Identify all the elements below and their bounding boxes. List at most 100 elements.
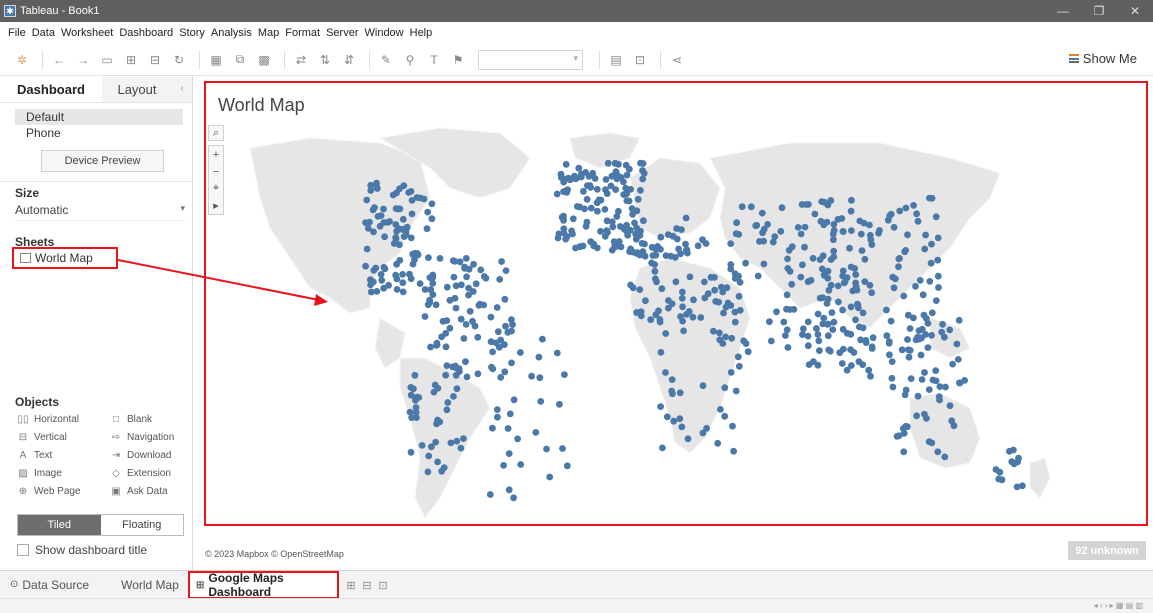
- location-marker[interactable]: [865, 366, 873, 374]
- location-marker[interactable]: [901, 391, 909, 399]
- location-marker[interactable]: [658, 285, 666, 293]
- location-marker[interactable]: [642, 297, 649, 305]
- location-marker[interactable]: [925, 386, 933, 393]
- location-marker[interactable]: [428, 215, 436, 223]
- location-marker[interactable]: [857, 230, 865, 238]
- location-marker[interactable]: [505, 450, 513, 457]
- zoom-in-icon[interactable]: +: [209, 146, 223, 163]
- location-marker[interactable]: [788, 280, 796, 288]
- location-marker[interactable]: [913, 210, 920, 218]
- location-marker[interactable]: [634, 195, 642, 203]
- location-marker[interactable]: [934, 272, 942, 280]
- tab-layout[interactable]: Layout: [102, 77, 172, 102]
- location-marker[interactable]: [932, 367, 940, 374]
- location-marker[interactable]: [363, 245, 371, 253]
- zoom-out-icon[interactable]: −: [209, 163, 223, 180]
- location-marker[interactable]: [494, 328, 502, 336]
- location-marker[interactable]: [859, 361, 867, 369]
- location-marker[interactable]: [452, 371, 460, 379]
- location-marker[interactable]: [636, 286, 644, 293]
- location-marker[interactable]: [508, 327, 515, 335]
- location-marker[interactable]: [838, 360, 846, 367]
- location-marker[interactable]: [735, 272, 742, 280]
- location-marker[interactable]: [847, 263, 855, 271]
- location-marker[interactable]: [668, 376, 676, 383]
- location-marker[interactable]: [514, 435, 521, 443]
- location-marker[interactable]: [767, 337, 775, 345]
- location-marker[interactable]: [701, 278, 708, 286]
- location-marker[interactable]: [852, 271, 860, 278]
- location-marker[interactable]: [847, 330, 855, 338]
- device-default[interactable]: Default: [15, 109, 183, 125]
- location-marker[interactable]: [883, 306, 890, 314]
- location-marker[interactable]: [685, 308, 693, 315]
- location-marker[interactable]: [669, 390, 676, 398]
- location-marker[interactable]: [444, 399, 452, 406]
- location-marker[interactable]: [900, 292, 908, 300]
- fit-dropdown[interactable]: [478, 49, 583, 70]
- location-marker[interactable]: [425, 452, 433, 460]
- location-marker[interactable]: [363, 196, 371, 204]
- location-marker[interactable]: [659, 444, 666, 452]
- location-marker[interactable]: [418, 442, 426, 449]
- object-horizontal[interactable]: ▯▯ Horizontal: [17, 411, 110, 427]
- location-marker[interactable]: [730, 447, 737, 455]
- reset-map-icon[interactable]: ⌖: [209, 180, 223, 197]
- location-marker[interactable]: [462, 358, 469, 366]
- location-marker[interactable]: [497, 374, 505, 381]
- object-blank[interactable]: □ Blank: [110, 411, 190, 427]
- location-marker[interactable]: [735, 362, 743, 370]
- location-marker[interactable]: [910, 314, 917, 322]
- location-marker[interactable]: [797, 273, 805, 281]
- location-marker[interactable]: [443, 317, 451, 324]
- location-marker[interactable]: [839, 272, 847, 280]
- minimize-icon[interactable]: —: [1045, 0, 1081, 22]
- location-marker[interactable]: [895, 263, 902, 271]
- location-marker[interactable]: [934, 256, 942, 264]
- location-marker[interactable]: [914, 217, 922, 225]
- location-marker[interactable]: [830, 318, 838, 326]
- location-marker[interactable]: [923, 414, 930, 422]
- location-marker[interactable]: [921, 369, 928, 376]
- location-marker[interactable]: [823, 300, 831, 307]
- location-marker[interactable]: [452, 282, 460, 290]
- menu-story[interactable]: Story: [179, 27, 205, 39]
- location-marker[interactable]: [804, 332, 812, 340]
- location-marker[interactable]: [429, 279, 437, 287]
- location-marker[interactable]: [717, 406, 724, 413]
- location-marker[interactable]: [804, 342, 812, 350]
- location-marker[interactable]: [932, 377, 940, 385]
- location-marker[interactable]: [411, 371, 419, 379]
- close-icon[interactable]: ✕: [1117, 0, 1153, 22]
- location-marker[interactable]: [680, 327, 687, 335]
- location-marker[interactable]: [735, 231, 743, 238]
- new-worksheet-icon[interactable]: ⊞: [343, 579, 359, 592]
- location-marker[interactable]: [603, 227, 611, 235]
- show-dashboard-title-option[interactable]: Show dashboard title: [17, 543, 147, 557]
- location-marker[interactable]: [662, 330, 670, 337]
- location-marker[interactable]: [868, 345, 876, 352]
- location-marker[interactable]: [373, 179, 380, 187]
- location-marker[interactable]: [754, 272, 762, 280]
- location-marker[interactable]: [710, 327, 717, 335]
- location-marker[interactable]: [766, 318, 773, 326]
- location-marker[interactable]: [903, 423, 911, 431]
- location-marker[interactable]: [517, 461, 525, 468]
- object-extension[interactable]: ◇ Extension: [110, 465, 190, 481]
- location-marker[interactable]: [613, 171, 621, 179]
- location-marker[interactable]: [921, 245, 929, 253]
- location-marker[interactable]: [396, 256, 404, 264]
- location-marker[interactable]: [866, 231, 874, 239]
- location-marker[interactable]: [707, 273, 715, 281]
- show-title-checkbox[interactable]: [17, 544, 29, 556]
- device-preview-button[interactable]: Device Preview: [41, 150, 164, 172]
- location-marker[interactable]: [819, 252, 827, 260]
- location-marker[interactable]: [848, 362, 855, 369]
- location-marker[interactable]: [888, 374, 896, 382]
- tab-google-maps-dashboard[interactable]: ⊞ Google Maps Dashboard: [188, 571, 339, 599]
- location-marker[interactable]: [394, 205, 402, 213]
- location-marker[interactable]: [453, 385, 461, 393]
- location-marker[interactable]: [682, 247, 690, 254]
- location-marker[interactable]: [563, 462, 571, 470]
- new-story-icon[interactable]: ⊡: [375, 579, 391, 592]
